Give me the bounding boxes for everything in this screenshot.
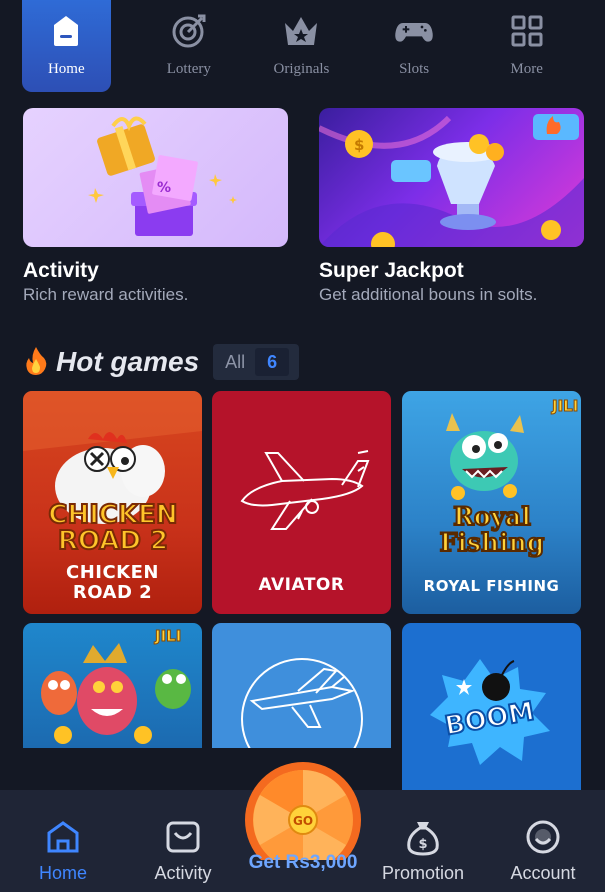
promo-jackpot[interactable]: $ Super Jackpot Get additional bouns in … xyxy=(319,108,584,305)
game-name-aviator: AVIATOR xyxy=(258,575,345,595)
grid-icon xyxy=(507,11,547,51)
hot-games-title: Hot games xyxy=(56,346,200,377)
category-originals-label: Originals xyxy=(273,61,330,77)
bottom-nav-home[interactable]: Home xyxy=(8,790,118,892)
all-games-count: 6 xyxy=(255,348,290,376)
category-slots[interactable]: Slots xyxy=(358,0,471,92)
category-slots-label: Slots xyxy=(399,61,430,77)
game-card-boom[interactable]: BOOM xyxy=(402,623,581,791)
game-name-line1: CHICKEN xyxy=(66,562,159,583)
jili-badge-2: JILI xyxy=(154,627,181,645)
category-originals[interactable]: Originals xyxy=(245,0,358,92)
fire-icon xyxy=(24,345,48,380)
game-card-jet[interactable] xyxy=(212,623,391,748)
money-bag-icon: $ xyxy=(403,817,443,857)
bottom-nav-account-label: Account xyxy=(510,863,576,883)
category-home-label: Home xyxy=(47,61,85,77)
royal-fishing-logo-line2: Fishing xyxy=(440,528,545,557)
home-icon xyxy=(46,11,86,51)
account-icon xyxy=(523,817,563,857)
promo-activity[interactable]: % Activity Rich reward activities. xyxy=(23,108,288,305)
hot-games-header: Hot games All 6 xyxy=(24,343,300,381)
gift-icon xyxy=(163,817,203,857)
game-card-chicken-road-2[interactable]: CHICKEN ROAD 2 CHICKEN ROAD 2 xyxy=(23,391,202,614)
jili-badge: JILI xyxy=(551,397,578,415)
game-card-royal-fishing[interactable]: JILI Royal Fishing ROYAL FISHING xyxy=(402,391,581,614)
category-nav: Home Lottery Originals Slots More xyxy=(0,0,605,96)
game-name-royal-fishing: ROYAL FISHING xyxy=(423,577,560,595)
category-lottery[interactable]: Lottery xyxy=(133,0,246,92)
game-card-jili-monster[interactable]: JILI xyxy=(23,623,202,748)
crown-icon xyxy=(281,11,321,51)
royal-fishing-logo-line1: Royal xyxy=(453,502,531,531)
all-games-label: All xyxy=(225,351,246,372)
bottom-nav-home-label: Home xyxy=(38,863,87,883)
home-icon xyxy=(43,817,83,857)
game-name-line2: ROAD 2 xyxy=(72,582,153,603)
bottom-nav-promotion-label: Promotion xyxy=(381,863,465,883)
bottom-nav-activity[interactable]: Activity xyxy=(128,790,238,892)
promo-activity-title: Activity xyxy=(23,259,99,282)
bottom-nav-promotion[interactable]: $ Promotion xyxy=(368,790,478,892)
wheel-icon: GO xyxy=(245,762,361,860)
promo-jackpot-title: Super Jackpot xyxy=(319,259,464,282)
jili-monster-artwork: JILI xyxy=(41,627,191,744)
all-games-button[interactable]: All 6 xyxy=(213,344,300,380)
bottom-nav-account[interactable]: Account xyxy=(488,790,598,892)
game-name-chicken-road-2: CHICKEN ROAD 2 xyxy=(23,563,202,603)
lucky-wheel-button[interactable]: GO Get Rs3,000 xyxy=(243,760,363,892)
gamepad-icon xyxy=(394,11,434,51)
wheel-center-label: GO xyxy=(293,814,313,828)
category-more[interactable]: More xyxy=(470,0,583,92)
game-card-aviator[interactable]: AVIATOR xyxy=(212,391,391,614)
lucky-wheel-label: Get Rs3,000 xyxy=(248,852,358,873)
category-lottery-label: Lottery xyxy=(166,61,211,77)
svg-text:$: $ xyxy=(418,837,427,852)
promo-jackpot-subtitle: Get additional bouns in solts. xyxy=(319,285,538,304)
category-more-label: More xyxy=(510,61,543,77)
jet-icon xyxy=(241,658,363,748)
chicken-road-logo-line2: ROAD 2 xyxy=(58,526,168,556)
bottom-nav-activity-label: Activity xyxy=(154,863,212,883)
svg-text:$: $ xyxy=(354,136,364,154)
category-home[interactable]: Home xyxy=(22,0,111,92)
jackpot-banner[interactable]: $ xyxy=(319,108,584,247)
svg-text:%: % xyxy=(157,180,171,196)
activity-banner[interactable]: % xyxy=(23,108,288,247)
boom-artwork: BOOM xyxy=(430,659,550,765)
promo-activity-subtitle: Rich reward activities. xyxy=(23,285,189,304)
lottery-icon xyxy=(169,11,209,51)
